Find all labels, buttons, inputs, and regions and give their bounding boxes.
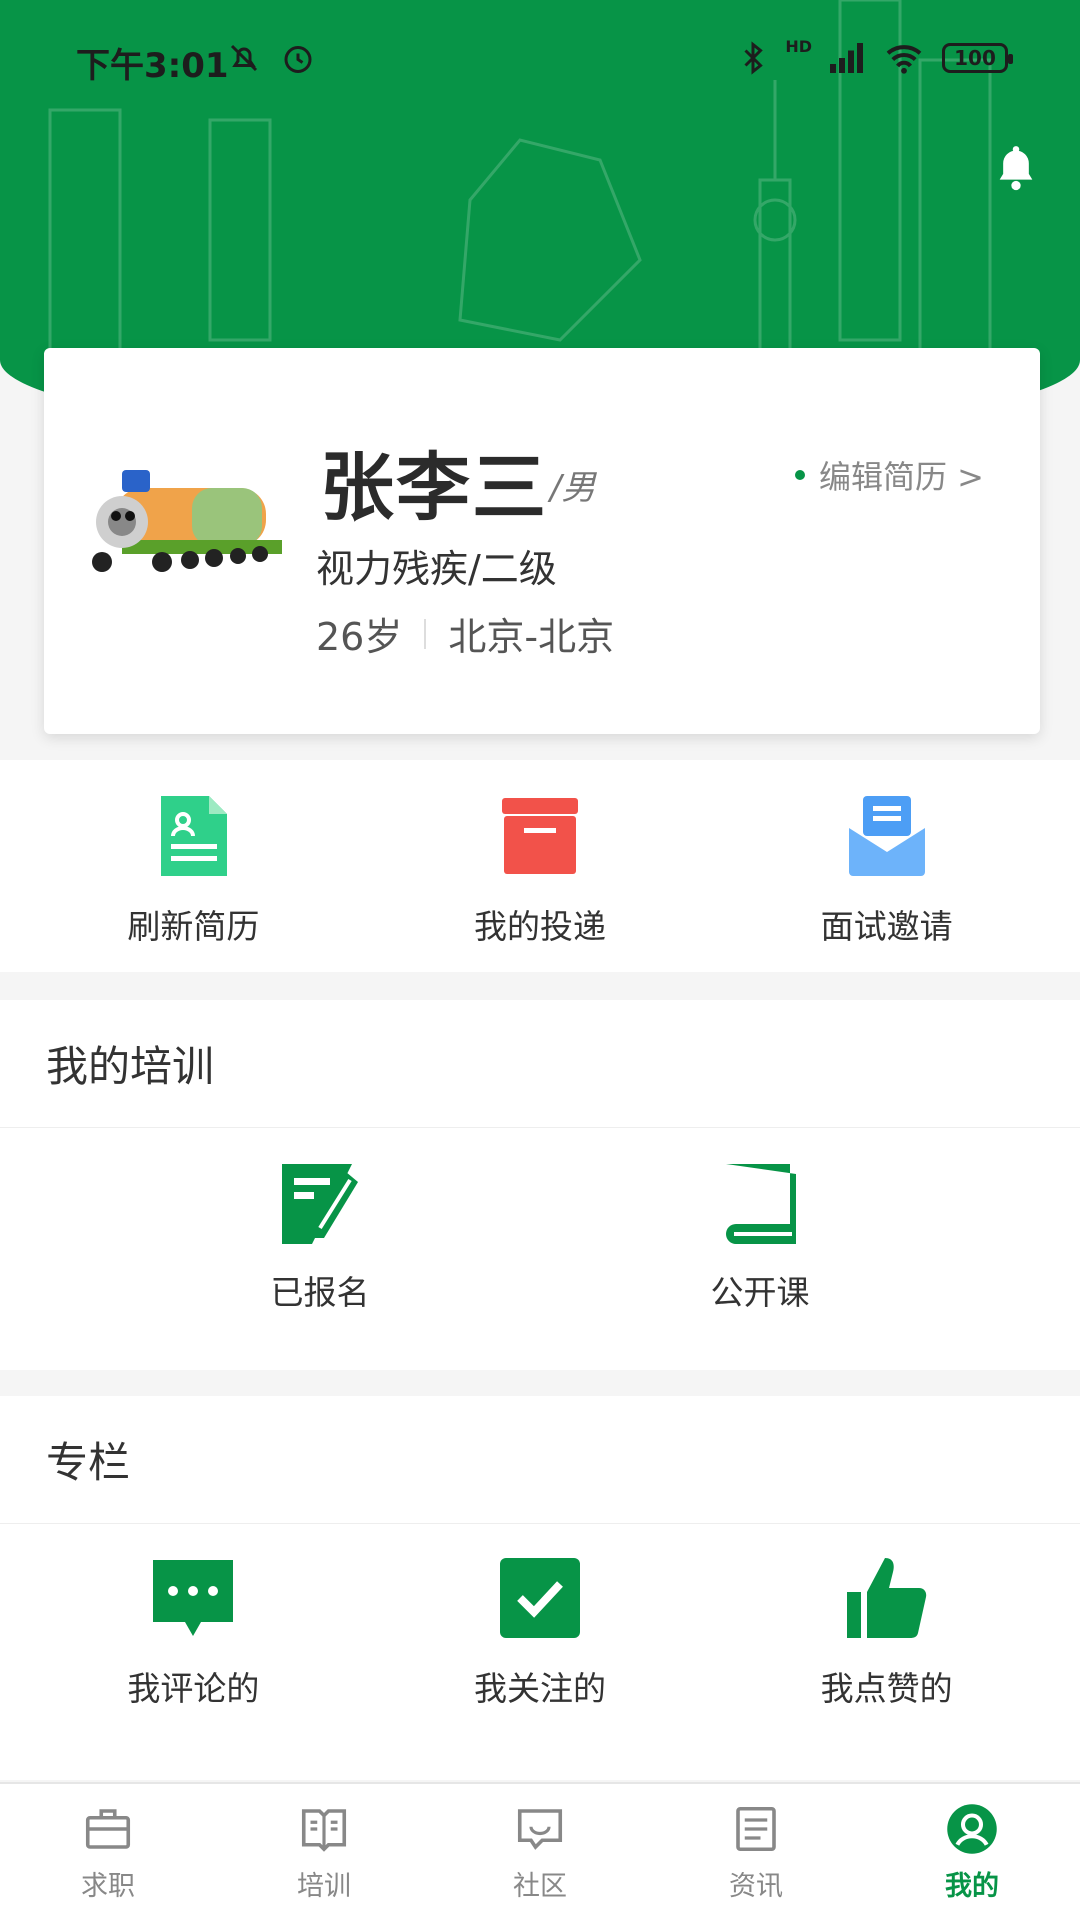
tab-community-label: 社区 [513, 1870, 567, 1902]
resume-icon [161, 796, 228, 876]
status-dot [795, 470, 805, 480]
avatar[interactable] [82, 452, 282, 612]
profile-card[interactable]: 张李三 /男 编辑简历 > 视力残疾/二级 26岁 北京-北京 [44, 348, 1040, 734]
disability-info: 视力残疾/二级 [316, 547, 557, 591]
my-likes-label: 我点赞的 [820, 1669, 953, 1708]
user-age: 26岁 [316, 615, 403, 659]
user-icon [947, 1803, 997, 1854]
book-open-icon [301, 1808, 347, 1852]
divider [424, 618, 427, 649]
book-icon [726, 1164, 796, 1244]
tab-job[interactable]: 求职 [8, 1802, 208, 1903]
tab-training[interactable]: 培训 [224, 1802, 424, 1903]
my-comments-button[interactable]: 我评论的 [53, 1524, 333, 1710]
status-time: 下午3:01 [76, 46, 229, 86]
tab-job-label: 求职 [81, 1870, 135, 1902]
bottom-tab-bar: 求职 培训 社区 资讯 我的 [0, 1782, 1080, 1920]
mail-icon [848, 796, 925, 876]
status-bar: 下午3:01 HD 100 [0, 0, 1080, 120]
my-deliveries-button[interactable]: 我的投递 [400, 760, 680, 948]
comment-icon [153, 1560, 234, 1636]
wifi-icon [886, 45, 922, 74]
network-label: HD [785, 36, 812, 56]
quick-actions: 刷新简历 我的投递 面试邀请 [0, 760, 1080, 972]
user-location: 北京-北京 [448, 615, 615, 659]
news-icon [736, 1806, 776, 1851]
tab-mine[interactable]: 我的 [872, 1802, 1072, 1903]
edit-resume-label: 编辑简历 > [819, 458, 984, 496]
user-meta: 26岁 北京-北京 [316, 606, 614, 661]
interview-invitation-button[interactable]: 面试邀请 [747, 760, 1027, 948]
section-title: 我的培训 [0, 1000, 1080, 1128]
tab-community[interactable]: 社区 [440, 1802, 640, 1903]
tab-mine-label: 我的 [945, 1870, 999, 1902]
open-course-button[interactable]: 公开课 [620, 1128, 900, 1314]
tab-news[interactable]: 资讯 [656, 1802, 856, 1903]
refresh-resume-label: 刷新简历 [127, 907, 260, 946]
mute-bell-icon [230, 44, 258, 72]
battery-icon: 100 [942, 43, 1013, 73]
thumbs-up-icon [846, 1558, 926, 1638]
my-follows-button[interactable]: 我关注的 [400, 1524, 680, 1710]
section-title: 专栏 [0, 1396, 1080, 1524]
my-likes-button[interactable]: 我点赞的 [747, 1524, 1027, 1710]
alarm-icon [284, 46, 312, 73]
column-section: 专栏 我评论的 我关注的 我点赞的 [0, 1396, 1080, 1780]
open-course-label: 公开课 [710, 1273, 810, 1312]
check-icon [499, 1558, 580, 1638]
interview-invitation-label: 面试邀请 [820, 907, 953, 946]
briefcase-icon [85, 1808, 131, 1849]
box-icon [501, 798, 578, 874]
my-training-section: 我的培训 已报名 公开课 [0, 1000, 1080, 1370]
edit-resume-link[interactable]: 编辑简历 > [795, 452, 984, 498]
registered-label: 已报名 [270, 1273, 370, 1312]
tab-training-label: 培训 [297, 1870, 351, 1902]
chat-icon [517, 1808, 563, 1850]
notification-bell-icon[interactable] [988, 140, 1044, 196]
my-follows-label: 我关注的 [473, 1669, 606, 1708]
tab-news-label: 资讯 [729, 1870, 783, 1902]
user-name: 张李三 [320, 445, 548, 531]
signal-icon [830, 43, 863, 73]
refresh-resume-button[interactable]: 刷新简历 [53, 760, 333, 948]
my-deliveries-label: 我的投递 [473, 907, 606, 946]
registered-button[interactable]: 已报名 [180, 1128, 460, 1314]
bluetooth-icon [744, 41, 764, 75]
user-gender: /男 [550, 468, 596, 508]
signup-icon [282, 1164, 358, 1244]
my-comments-label: 我评论的 [127, 1669, 260, 1708]
